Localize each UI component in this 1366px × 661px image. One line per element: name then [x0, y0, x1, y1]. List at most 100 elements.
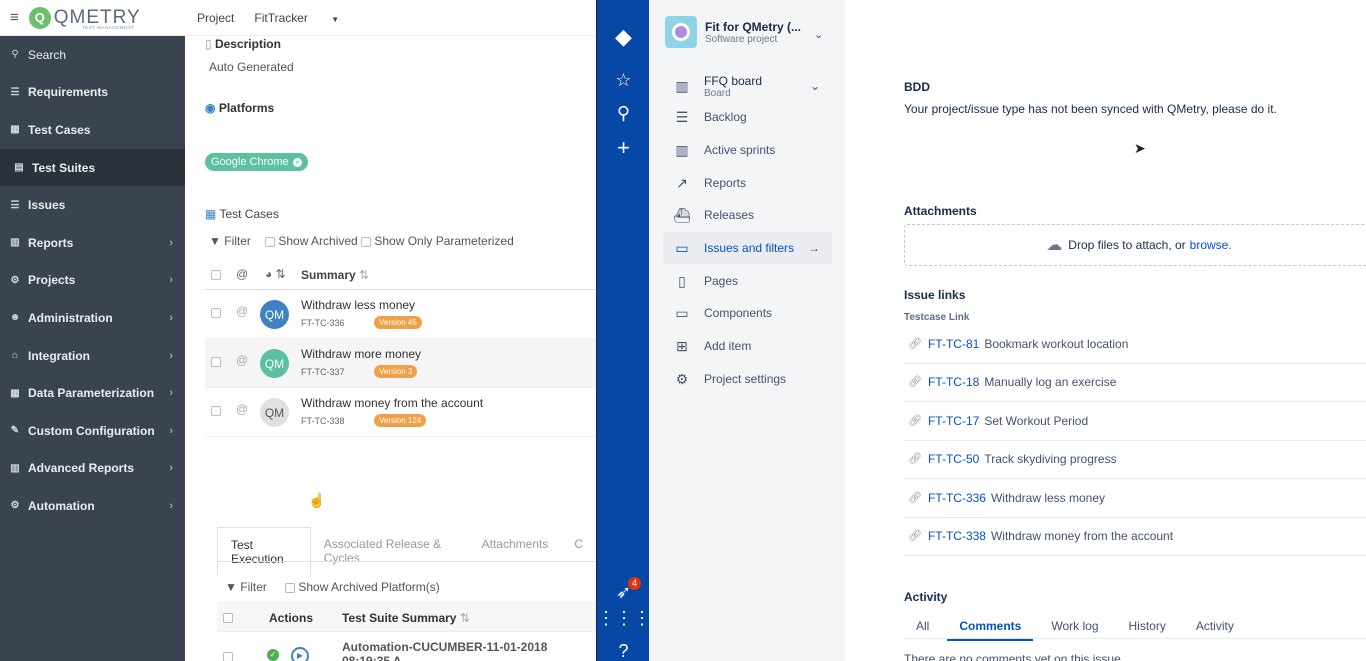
test-case-key: FT-TC-337: [301, 367, 345, 377]
qmetry-logo[interactable]: ≡ Q QMETRY TEST MANAGEMENT: [0, 0, 185, 36]
create-plus-icon[interactable]: +: [597, 135, 650, 161]
issue-link-row[interactable]: 🔗︎ FT-TC-338 Withdraw money from the accou…: [904, 517, 1366, 556]
execution-suite-name[interactable]: Automation-CUCUMBER-11-01-2018 08:19:35 …: [342, 640, 597, 661]
test-case-title[interactable]: Withdraw money from the account: [301, 396, 483, 410]
add-item-icon: ⊞: [676, 338, 688, 354]
test-case-row[interactable]: @ QM Withdraw more money FT-TC-337 Versi…: [205, 339, 625, 388]
nav-issues-and-filters[interactable]: ▭ Issues and filters →: [663, 232, 832, 264]
checkbox[interactable]: [361, 236, 371, 247]
summary-header[interactable]: Summary ⇅: [301, 268, 369, 282]
execution-row[interactable]: ✓ ▶ Automation-CUCUMBER-11-01-2018 08:19…: [217, 632, 597, 661]
nav-automation[interactable]: ⚙ Automation ›: [0, 487, 185, 525]
actions-header: Actions: [269, 611, 314, 625]
nav-custom-configuration[interactable]: ✎ Custom Configuration ›: [0, 412, 185, 450]
tab-attachments[interactable]: Attachments: [469, 527, 562, 577]
dropzone-text: Drop files to attach, or: [1068, 238, 1186, 252]
nav-administration[interactable]: ☻ Administration ›: [0, 299, 185, 337]
nav-reports[interactable]: ↗ Reports: [663, 167, 832, 199]
qmetry-main: Project FitTracker ▼ ▯ Description Auto …: [185, 0, 625, 661]
issue-link-row[interactable]: 🔗︎ FT-TC-50 Track skydiving progress: [904, 440, 1366, 479]
issue-key-link[interactable]: FT-TC-17: [928, 414, 979, 428]
chevron-down-icon[interactable]: ⌄: [814, 28, 823, 41]
platform-icon: ◉: [205, 101, 216, 115]
jira-logo-icon[interactable]: ◆: [597, 24, 650, 50]
row-checkbox[interactable]: [223, 652, 233, 661]
show-archived-checkbox[interactable]: Show Archived: [265, 234, 358, 248]
issue-summary: Track skydiving progress: [984, 451, 1117, 466]
checkbox[interactable]: [285, 582, 295, 593]
issue-key-link[interactable]: FT-TC-81: [928, 337, 979, 351]
tab-test-execution[interactable]: Test Execution: [217, 527, 311, 577]
issue-key-link[interactable]: FT-TC-18: [928, 375, 979, 389]
test-case-key: FT-TC-338: [301, 416, 345, 426]
test-case-title[interactable]: Withdraw more money: [301, 347, 421, 361]
project-switcher[interactable]: Fit for QMetry (... Software project: [665, 16, 801, 48]
platform-chip[interactable]: Google Chrome ×: [205, 153, 308, 171]
nav-search[interactable]: ⚲ Search: [0, 36, 185, 74]
issue-key-link[interactable]: FT-TC-336: [928, 491, 986, 505]
help-icon[interactable]: ?: [597, 641, 650, 661]
check-icon[interactable]: ✓: [267, 649, 279, 661]
board-selector[interactable]: ▥ FFQ board Board ⌄: [663, 68, 832, 104]
issue-link-row[interactable]: 🔗︎ FT-TC-18 Manually log an exercise: [904, 363, 1366, 402]
browse-link[interactable]: browse.: [1190, 238, 1232, 252]
nav-add-item[interactable]: ⊞ Add item: [663, 330, 832, 362]
issue-summary: Withdraw money from the account: [990, 528, 1174, 543]
play-icon[interactable]: ▶: [291, 647, 309, 661]
project-selector[interactable]: FitTracker ▼: [254, 11, 359, 25]
nav-pages[interactable]: ▯ Pages: [663, 265, 832, 297]
show-archived-platforms-checkbox[interactable]: Show Archived Platform(s): [285, 580, 440, 594]
nav-data-parameterization[interactable]: ▦ Data Parameterization ›: [0, 374, 185, 412]
search-icon[interactable]: ⚲: [597, 103, 650, 124]
select-all-checkbox[interactable]: [211, 270, 221, 280]
nav-components[interactable]: ▭ Components: [663, 297, 832, 329]
issue-link-row[interactable]: 🔗︎ FT-TC-17 Set Workout Period: [904, 402, 1366, 441]
tab-truncated[interactable]: C: [561, 527, 596, 577]
nav-reports[interactable]: ▥ Reports ›: [0, 224, 185, 262]
projects-icon: ⚙: [10, 274, 20, 286]
attachment-dropzone[interactable]: ☁ Drop files to attach, or browse.: [904, 224, 1366, 266]
nav-projects[interactable]: ⚙ Projects ›: [0, 262, 185, 300]
tab-associated-release-cycles[interactable]: Associated Release & Cycles: [311, 527, 469, 577]
app-switcher-icon[interactable]: ⋮⋮⋮: [597, 608, 651, 629]
exec-filter-button[interactable]: ▼ Filter: [225, 580, 267, 594]
nav-issues[interactable]: ☰ Issues: [0, 186, 185, 224]
project-subtitle: Software project: [705, 33, 778, 45]
test-case-title[interactable]: Withdraw less money: [301, 298, 415, 312]
execution-table-header: Actions Test Suite Summary ⇅: [217, 602, 597, 632]
owner-sort-icon[interactable]: ◕ ⇅: [265, 267, 286, 281]
suite-summary-header[interactable]: Test Suite Summary ⇅: [342, 611, 470, 625]
nav-project-settings[interactable]: ⚙ Project settings: [663, 363, 832, 395]
nav-active-sprints[interactable]: ▥ Active sprints: [663, 134, 832, 166]
test-case-row[interactable]: @ QM Withdraw less money FT-TC-336 Versi…: [205, 290, 625, 339]
filter-button[interactable]: ▼ Filter: [209, 234, 251, 248]
nav-integration[interactable]: ⌂ Integration ›: [0, 337, 185, 375]
issue-key-link[interactable]: FT-TC-338: [928, 529, 986, 543]
gear-icon: ⚙: [675, 371, 689, 387]
row-checkbox[interactable]: [211, 357, 221, 367]
jira-project-sidebar: Fit for QMetry (... Software project ⌄ ▥…: [649, 0, 845, 661]
issue-link-row[interactable]: 🔗︎ FT-TC-81 Bookmark workout location: [904, 325, 1366, 364]
nav-backlog[interactable]: ☰ Backlog: [663, 101, 832, 133]
sort-icon: ⇅: [459, 611, 470, 625]
show-parameterized-checkbox[interactable]: Show Only Parameterized: [361, 234, 514, 248]
issue-key-link[interactable]: FT-TC-50: [928, 452, 979, 466]
rocket-icon[interactable]: ➶: [597, 582, 650, 603]
nav-advanced-reports[interactable]: ▥ Advanced Reports ›: [0, 450, 185, 488]
row-checkbox[interactable]: [211, 406, 221, 416]
row-checkbox[interactable]: [211, 308, 221, 318]
nav-requirements[interactable]: ☰ Requirements: [0, 74, 185, 112]
test-case-row[interactable]: @ QM Withdraw money from the account FT-…: [205, 388, 625, 437]
nav-test-cases[interactable]: ▦ Test Cases: [0, 111, 185, 149]
issue-link-row[interactable]: 🔗︎ FT-TC-336 Withdraw less money: [904, 479, 1366, 518]
issue-summary: Bookmark workout location: [984, 336, 1129, 351]
checkbox[interactable]: [265, 236, 275, 247]
close-icon[interactable]: ×: [292, 158, 302, 167]
nav-test-suites[interactable]: ▤ Test Suites: [0, 148, 185, 187]
nav-releases[interactable]: ⛴ Releases: [663, 199, 832, 231]
hamburger-menu-icon[interactable]: ≡: [10, 9, 19, 26]
chart-icon: ▥: [10, 462, 20, 474]
grid-icon: ▦: [205, 207, 217, 221]
select-all-checkbox[interactable]: [223, 613, 233, 623]
star-icon[interactable]: ☆: [597, 70, 650, 91]
